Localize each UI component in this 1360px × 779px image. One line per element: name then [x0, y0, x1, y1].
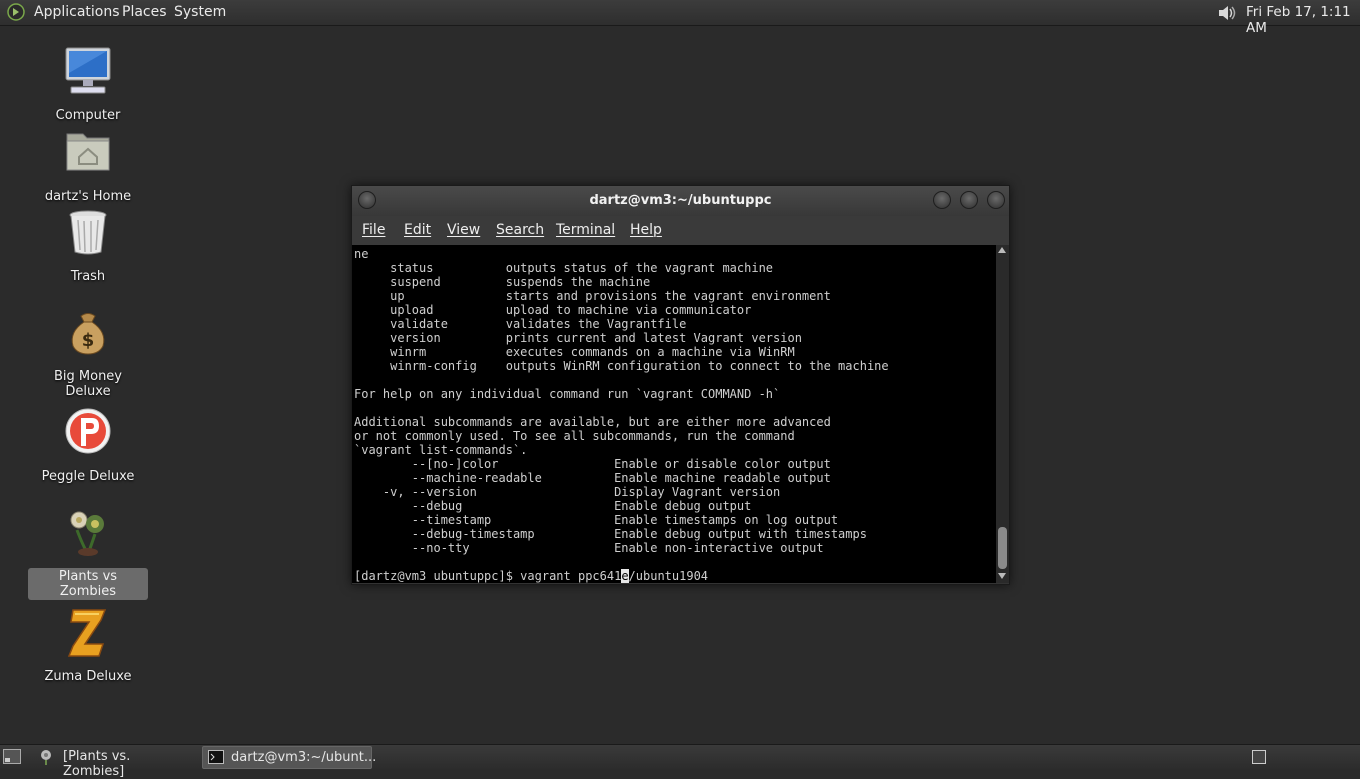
terminal-line: validate validates the Vagrantfile — [390, 317, 687, 331]
home-folder-icon — [66, 133, 110, 171]
menu-edit[interactable]: Edit — [404, 222, 431, 238]
terminal-line: winrm-config outputs WinRM configuration… — [390, 359, 889, 373]
desktop-icon-big-money[interactable]: $ Big Money Deluxe — [28, 306, 148, 400]
desktop-icon-label: Zuma Deluxe — [44, 669, 132, 684]
terminal-cursor: e — [621, 569, 629, 583]
desktop-icon-peggle[interactable]: Peggle Deluxe — [28, 406, 148, 485]
menu-view[interactable]: View — [447, 222, 480, 238]
terminal-line: --[no-]color Enable or disable color out… — [411, 457, 831, 471]
scrollbar-thumb[interactable] — [998, 527, 1007, 569]
terminal-window[interactable]: dartz@vm3:~/ubuntuppc File Edit View Sea… — [351, 185, 1010, 585]
plants-vs-zombies-icon — [41, 750, 51, 765]
volume-icon[interactable] — [1216, 2, 1238, 24]
terminal-scrollbar[interactable] — [996, 245, 1009, 583]
terminal-line: --timestamp Enable timestamps on log out… — [411, 513, 839, 527]
terminal-line: up starts and provisions the vagrant env… — [390, 289, 831, 303]
desktop-icon-home[interactable]: dartz's Home — [28, 126, 148, 205]
minimize-button[interactable] — [933, 191, 951, 209]
task-terminal[interactable]: dartz@vm3:~/ubunt... — [202, 746, 376, 769]
scroll-down-arrow-icon[interactable] — [998, 573, 1006, 579]
terminal-line: Additional subcommands are available, bu… — [354, 415, 831, 429]
places-menu[interactable]: Places — [122, 4, 167, 20]
menu-file[interactable]: File — [362, 222, 385, 238]
desktop-icon-label: Big Money Deluxe — [53, 369, 122, 399]
desktop-icon-label: Plants vs Zombies — [28, 568, 148, 600]
top-panel: Applications Places System Fri Feb 17, 1… — [0, 0, 1360, 36]
terminal-line: suspend suspends the machine — [390, 275, 651, 289]
menu-terminal[interactable]: Terminal — [556, 222, 615, 238]
prompt-text: [dartz@vm3 ubuntuppc]$ vagrant ppc641 — [354, 569, 622, 583]
svg-text:$: $ — [82, 330, 95, 351]
money-bag-icon: $ — [71, 313, 105, 355]
prompt-text: /ubuntu1904 — [628, 569, 709, 583]
task-plants-vs-zombies[interactable]: [Plants vs. Zombies] — [34, 746, 194, 779]
terminal-line: ne — [354, 247, 369, 261]
terminal-line: upload upload to machine via communicato… — [390, 303, 752, 317]
terminal-menubar: File Edit View Search Terminal Help — [352, 216, 1009, 245]
desktop-icon-zuma[interactable]: Zuma Deluxe — [28, 606, 148, 685]
terminal-line: --machine-readable Enable machine readab… — [411, 471, 831, 485]
system-menu[interactable]: System — [174, 4, 226, 20]
desktop-icon-computer[interactable]: Computer — [28, 45, 148, 124]
terminal-line: --debug-timestamp Enable debug output wi… — [411, 527, 867, 541]
computer-icon — [65, 47, 111, 94]
menu-help[interactable]: Help — [630, 222, 662, 238]
maximize-button[interactable] — [960, 191, 978, 209]
terminal-text: ne status outputs status of the vagrant … — [352, 245, 996, 583]
desktop-icon-label: Trash — [70, 269, 106, 284]
zuma-icon — [67, 609, 107, 657]
terminal-icon — [208, 750, 224, 764]
terminal-line: status outputs status of the vagrant mac… — [390, 261, 774, 275]
terminal-output[interactable]: ne status outputs status of the vagrant … — [352, 245, 996, 583]
applications-menu[interactable]: Applications — [34, 4, 120, 20]
terminal-line: or not commonly used. To see all subcomm… — [354, 429, 795, 443]
window-titlebar[interactable]: dartz@vm3:~/ubuntuppc — [352, 186, 1009, 216]
terminal-line: -v, --version Display Vagrant version — [382, 485, 781, 499]
desktop-icon-label: Computer — [55, 108, 121, 123]
desktop-icon-label: dartz's Home — [44, 189, 132, 204]
show-desktop-icon[interactable] — [3, 749, 21, 764]
desktop-icon-trash[interactable]: Trash — [28, 206, 148, 285]
terminal-line: winrm executes commands on a machine via… — [390, 345, 795, 359]
trash-icon — [69, 210, 107, 255]
close-button[interactable] — [987, 191, 1005, 209]
terminal-line: For help on any individual command run `… — [354, 387, 781, 401]
peggle-icon — [65, 408, 111, 454]
plants-vs-zombies-icon — [70, 511, 104, 556]
terminal-line: version prints current and latest Vagran… — [390, 331, 802, 345]
terminal-line: --no-tty Enable non-interactive output — [411, 541, 824, 555]
task-label: [Plants vs. Zombies] — [63, 749, 131, 779]
window-title: dartz@vm3:~/ubuntuppc — [589, 193, 772, 208]
workspace-switcher[interactable] — [1252, 750, 1266, 764]
bottom-panel: [Plants vs. Zombies] dartz@vm3:~/ubunt..… — [0, 744, 1360, 779]
desktop-icon-label: Peggle Deluxe — [41, 469, 135, 484]
gnome-foot-icon[interactable] — [7, 3, 25, 21]
scroll-up-arrow-icon[interactable] — [998, 247, 1006, 253]
terminal-line: `vagrant list-commands`. — [354, 443, 528, 457]
clock[interactable]: Fri Feb 17, 1:11 AM — [1246, 4, 1360, 36]
desktop-icon-plants-vs-zombies[interactable]: Plants vs Zombies — [28, 506, 148, 600]
terminal-line: --debug Enable debug output — [411, 499, 752, 513]
task-label: dartz@vm3:~/ubunt... — [231, 750, 377, 765]
menu-search[interactable]: Search — [496, 222, 544, 238]
